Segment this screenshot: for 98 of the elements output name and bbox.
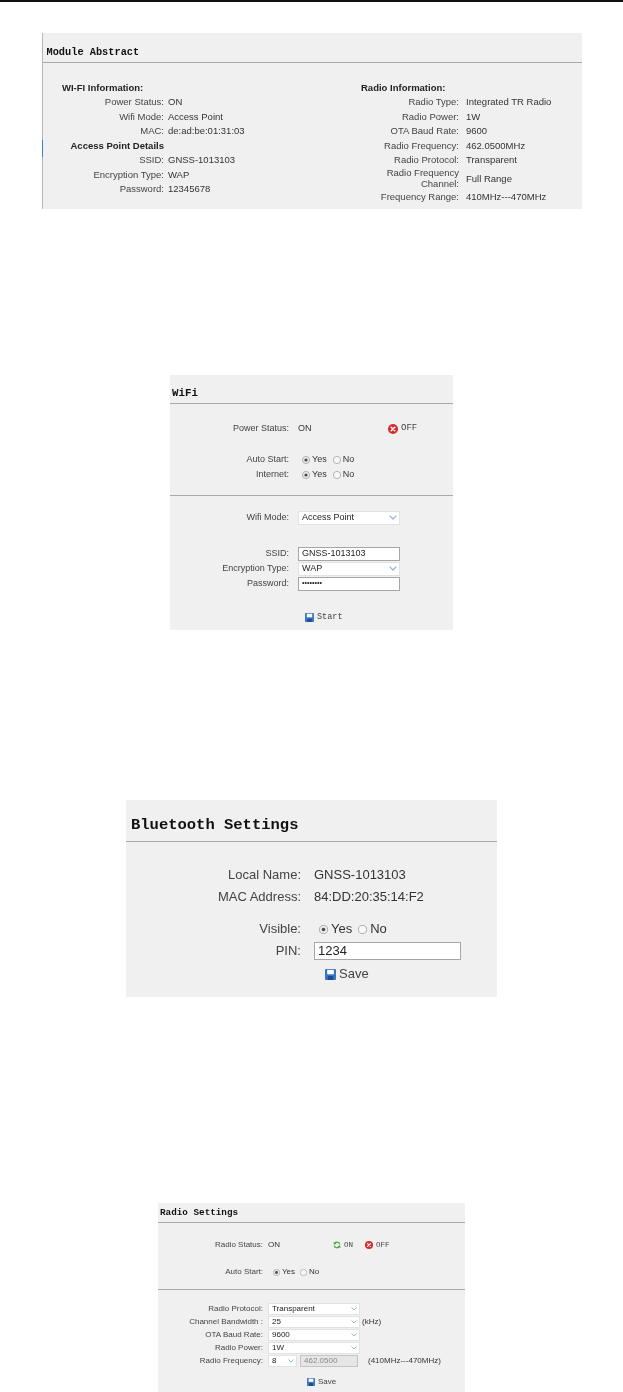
field-label: Wifi Mode: — [246, 512, 289, 523]
refresh-icon — [333, 1241, 341, 1249]
field-label: Auto Start: — [225, 1267, 263, 1277]
status-value: ON — [298, 423, 312, 434]
field-label: Encryption Type: — [222, 563, 289, 574]
field-label: Frequency Range: — [380, 190, 459, 202]
panel-title: WiFi — [172, 386, 198, 400]
dropdown[interactable]: WAP — [298, 561, 400, 576]
dropdown[interactable]: Access Point — [298, 510, 400, 525]
field-value: 410MHz---470MHz — [466, 190, 547, 202]
chevron-down-icon — [389, 515, 397, 520]
field-label: Radio Frequency: — [384, 139, 459, 151]
section-heading: WI-FI Information: — [62, 81, 144, 93]
field-label: Radio Power: — [401, 110, 459, 122]
field-value: 12345678 — [168, 183, 211, 195]
field-label: OTA Baud Rate: — [205, 1330, 263, 1340]
radio-button-icon[interactable] — [358, 924, 368, 934]
chevron-down-icon — [351, 1346, 357, 1350]
section-heading: Radio Information: — [361, 81, 446, 93]
field-value: 84:DD:20:35:14:F2 — [314, 889, 424, 905]
radio-option[interactable]: No — [300, 1267, 320, 1277]
field-label: Local Name: — [228, 867, 301, 883]
radio-option[interactable]: No — [332, 454, 355, 465]
close-circle-icon — [388, 423, 398, 434]
subsection-heading: Access Point Details — [70, 139, 164, 151]
text-field[interactable]: 1234 — [314, 942, 461, 960]
save-icon — [325, 968, 336, 980]
radio-button-icon[interactable] — [332, 470, 341, 479]
field-value: GNSS-1013103 — [168, 154, 236, 166]
save-icon — [307, 1377, 315, 1386]
field-label: Radio Status: — [214, 1240, 263, 1250]
off-button[interactable]: OFF — [388, 423, 418, 434]
chevron-down-icon — [389, 566, 397, 571]
radio-option[interactable]: No — [332, 469, 355, 480]
radio-button-icon[interactable] — [302, 470, 310, 479]
panel-title: Bluetooth Settings — [131, 816, 299, 835]
save-icon — [305, 613, 314, 623]
field-label: Visible: — [259, 921, 301, 937]
save-button[interactable]: Save — [325, 967, 369, 982]
field-value: Full Range — [466, 172, 512, 184]
field-value: Transparent — [466, 154, 517, 166]
field-value: Access Point — [168, 110, 223, 122]
field-label: Auto Start: — [246, 454, 289, 465]
radio-button-icon[interactable] — [332, 455, 341, 464]
field-value: 1W — [466, 110, 481, 122]
field-label: Radio Protocol: — [208, 1304, 263, 1314]
field-label: Radio Power: — [214, 1343, 263, 1353]
radio-option[interactable]: No — [358, 921, 387, 937]
field-label: Radio Type: — [408, 96, 459, 108]
field-label: Password: — [246, 578, 289, 589]
field-label: SSID: — [139, 154, 164, 166]
field-label: Power Status: — [104, 96, 164, 108]
chevron-down-icon — [351, 1333, 357, 1337]
field-label: Radio Frequency Channel: — [385, 167, 459, 189]
field-label: PIN: — [275, 943, 301, 959]
dropdown[interactable]: 9600 — [268, 1329, 360, 1341]
panel-title: Radio Settings — [160, 1207, 239, 1219]
field-label: MAC Address: — [217, 889, 301, 905]
field-label: MAC: — [140, 125, 164, 137]
field-label: Radio Protocol: — [394, 154, 459, 166]
field-label: OTA Baud Rate: — [390, 125, 459, 137]
field-value: Integrated TR Radio — [466, 96, 552, 108]
chevron-down-icon — [351, 1320, 357, 1324]
radio-button-icon[interactable] — [300, 1268, 308, 1276]
chevron-down-icon — [351, 1307, 357, 1311]
status-value: ON — [268, 1240, 280, 1250]
field-value: WAP — [168, 168, 190, 180]
panel-title: Module Abstract — [46, 46, 140, 59]
field-value: 462.0500MHz — [466, 139, 526, 151]
field-label: Internet: — [255, 469, 289, 480]
field-value: GNSS-1013103 — [314, 867, 406, 883]
text-field[interactable]: GNSS-1013103 — [298, 546, 400, 561]
range-label: (410MHz---470MHz) — [368, 1356, 441, 1366]
field-label: Password: — [119, 183, 164, 195]
radio-option[interactable]: Yes — [319, 921, 353, 937]
unit-label: (kHz) — [362, 1317, 382, 1327]
radio-button-icon[interactable] — [302, 455, 310, 464]
field-value: de:ad:be:01:31:03 — [168, 125, 245, 137]
field-label: Radio Frequency: — [199, 1356, 263, 1366]
radio-option[interactable]: Yes — [273, 1267, 296, 1277]
dropdown[interactable]: 25 — [268, 1316, 360, 1328]
dropdown[interactable]: 1W — [268, 1342, 360, 1354]
radio-option[interactable]: Yes — [302, 469, 327, 480]
field-label: Encryption Type: — [93, 168, 164, 180]
field-label: Power Status: — [232, 423, 289, 434]
radio-option[interactable]: Yes — [302, 454, 327, 465]
field-label: Wifi Mode: — [119, 110, 164, 122]
field-value: 9600 — [466, 125, 488, 137]
save-button[interactable]: Save — [307, 1377, 337, 1387]
field-value: ON — [168, 96, 183, 108]
radio-button-icon[interactable] — [319, 924, 328, 934]
radio-button-icon[interactable] — [273, 1268, 280, 1276]
field-label: SSID: — [265, 548, 289, 559]
start-button[interactable]: Start — [305, 613, 343, 623]
dropdown[interactable]: Transparent — [268, 1303, 360, 1315]
close-circle-icon — [365, 1241, 373, 1249]
chevron-down-icon — [288, 1359, 294, 1363]
field-label: Channel Bandwidth : — [189, 1317, 263, 1327]
